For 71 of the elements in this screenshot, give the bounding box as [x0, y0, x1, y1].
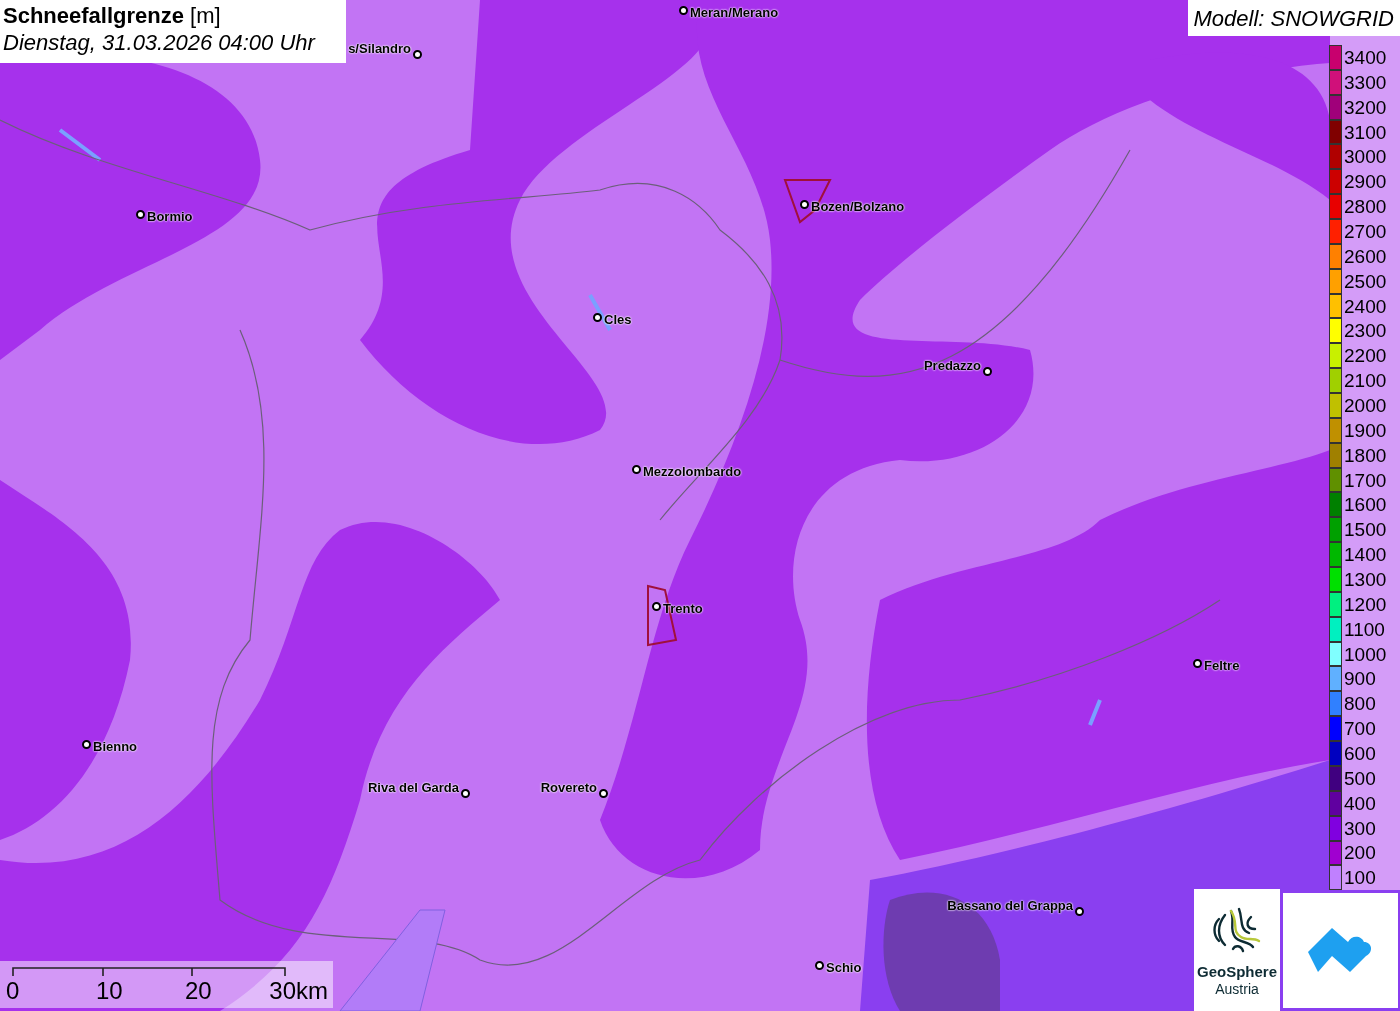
- city-marker-icon: [593, 313, 602, 322]
- legend-label: 3000: [1344, 147, 1387, 167]
- city-label: Bienno: [93, 740, 138, 753]
- legend-label: 1300: [1344, 569, 1387, 589]
- legend-label: 2900: [1344, 172, 1387, 192]
- legend-label: 400: [1344, 793, 1376, 813]
- city-label: Riva del Garda: [367, 781, 459, 794]
- scale-label: 30km: [269, 979, 328, 1003]
- legend-label: 2400: [1344, 296, 1387, 316]
- legend-label: 2000: [1344, 395, 1387, 415]
- legend-label: 1500: [1344, 520, 1387, 540]
- city-label: Bormio: [147, 210, 193, 223]
- city-label: Predazzo: [923, 359, 981, 372]
- legend-label: 1700: [1344, 470, 1387, 490]
- city-marker-icon: [800, 200, 809, 209]
- city-marker-icon: [679, 6, 688, 15]
- city-marker-icon: [1193, 659, 1202, 668]
- legend-label: 2200: [1344, 346, 1387, 366]
- legend-label: 2300: [1344, 321, 1387, 341]
- legend-label: 1900: [1344, 420, 1387, 440]
- legend-label: 600: [1344, 744, 1376, 763]
- scale-ruler-icon: [12, 967, 286, 977]
- city-marker-icon: [599, 789, 608, 798]
- legend-label: 200: [1344, 843, 1376, 863]
- city-label: Schio: [826, 961, 862, 974]
- scale-label: 10: [96, 979, 123, 1003]
- city-marker-icon: [652, 602, 661, 611]
- city-marker-icon: [461, 789, 470, 798]
- legend-label: 2100: [1344, 371, 1387, 391]
- city-marker-icon: [413, 50, 422, 59]
- legend-label: 1100: [1344, 619, 1385, 639]
- city-label: Feltre: [1204, 659, 1240, 672]
- legend-label: 1200: [1344, 594, 1387, 614]
- legend-label: 100: [1344, 868, 1376, 888]
- legend-label: 2600: [1344, 246, 1387, 266]
- legend-label: 2500: [1344, 271, 1387, 291]
- city-marker-icon: [815, 961, 824, 970]
- city-marker-icon: [632, 465, 641, 474]
- legend-label: 700: [1344, 719, 1376, 739]
- legend-label: 3300: [1344, 72, 1387, 92]
- model-label: Modell: SNOWGRID: [1187, 0, 1400, 36]
- legend-label: 300: [1344, 818, 1376, 838]
- legend-label: 2700: [1344, 221, 1387, 241]
- legend-label: 900: [1344, 669, 1376, 689]
- map-title: Schneefallgrenze [m]: [3, 3, 222, 29]
- city-marker-icon: [1075, 907, 1084, 916]
- city-marker-icon: [136, 210, 145, 219]
- legend-label: 800: [1344, 694, 1376, 714]
- forecast-datetime: Dienstag, 31.03.2026 04:00 Uhr: [3, 29, 317, 57]
- city-label: Mezzolombardo: [643, 465, 742, 478]
- city-label: Cles: [604, 313, 632, 326]
- city-label: Bassano del Grappa: [947, 899, 1073, 912]
- city-label: s/Silandro: [348, 42, 411, 55]
- legend-label: 2800: [1344, 197, 1387, 217]
- legend-label: 500: [1344, 768, 1376, 788]
- legend-label: 1000: [1344, 644, 1387, 664]
- city-label: Rovereto: [540, 781, 597, 794]
- city-marker-icon: [82, 740, 91, 749]
- legend-label: 1600: [1344, 495, 1387, 515]
- legend-label: 1400: [1344, 545, 1387, 565]
- city-marker-icon: [983, 367, 992, 376]
- legend-label: 3400: [1344, 47, 1387, 67]
- logo-text: Austria: [1215, 981, 1259, 998]
- scale-label: 0: [6, 979, 20, 1003]
- legend-label: 3200: [1344, 97, 1387, 117]
- legend-label: 1800: [1344, 445, 1387, 465]
- legend-label: 3100: [1344, 122, 1387, 142]
- logo-text: GeoSphere: [1197, 963, 1277, 981]
- mountain-cloud-icon: [1307, 927, 1374, 974]
- city-label: Meran/Merano: [690, 6, 779, 19]
- scale-label: 20: [185, 979, 212, 1003]
